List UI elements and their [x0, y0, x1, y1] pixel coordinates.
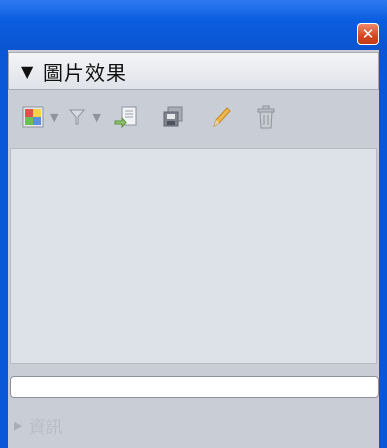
filter-button[interactable] [68, 102, 86, 132]
info-section-header[interactable]: ▶ 資訊 [8, 402, 379, 448]
save-button[interactable] [161, 102, 185, 132]
section-title: 圖片效果 [43, 60, 127, 85]
effects-toolbar: ▼ ▼ [8, 92, 379, 142]
section-header[interactable]: ▼ 圖片效果 [8, 52, 379, 90]
expand-triangle-icon[interactable]: ▶ [14, 419, 22, 432]
list-bottom-strip [10, 364, 377, 372]
insert-into-document-button[interactable] [113, 102, 139, 132]
filter-icon [69, 109, 86, 125]
pencil-icon [213, 107, 231, 128]
effects-list[interactable] [10, 148, 377, 364]
image-effects-button[interactable] [22, 102, 44, 132]
image-effects-icon [22, 106, 44, 128]
save-icon [163, 106, 183, 127]
close-button[interactable]: ✕ [357, 23, 379, 45]
delete-button[interactable] [255, 102, 277, 132]
effect-name-input[interactable] [10, 376, 379, 398]
effects-window: ✕ ▼ 圖片效果 ▼ ▼ ▶ 資訊 [0, 0, 387, 448]
trash-icon [257, 105, 275, 129]
info-label: 資訊 [28, 417, 63, 438]
edit-button[interactable] [209, 102, 233, 132]
title-bar[interactable]: ✕ [0, 0, 387, 50]
filter-dropdown-icon[interactable]: ▼ [92, 111, 100, 124]
close-icon: ✕ [361, 25, 375, 43]
collapse-triangle-icon[interactable]: ▼ [21, 62, 43, 81]
image-effects-dropdown-icon[interactable]: ▼ [50, 111, 58, 124]
panel-frame: ▼ 圖片效果 ▼ ▼ ▶ 資訊 [8, 50, 379, 448]
insert-into-document-icon [114, 106, 137, 129]
